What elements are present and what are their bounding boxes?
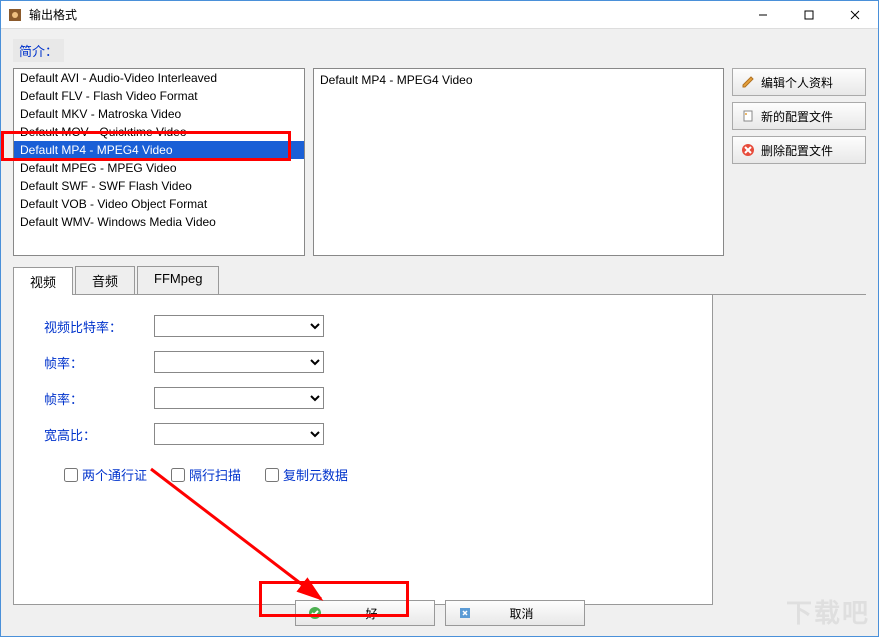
maximize-button[interactable] [786,1,832,29]
interlace-checkbox[interactable]: 隔行扫描 [171,465,241,484]
titlebar: 输出格式 [1,1,878,29]
check-icon [308,606,322,620]
framerate1-label: 帧率： [44,353,154,372]
format-detail-box: Default MP4 - MPEG4 Video [313,68,724,256]
watermark: 下载吧 [786,593,870,630]
new-profile-button[interactable]: 新的配置文件 [732,102,866,130]
video-bitrate-select[interactable] [154,315,324,337]
aspect-ratio-select[interactable] [154,423,324,445]
format-list-item[interactable]: Default SWF - SWF Flash Video [14,177,304,195]
format-list-item[interactable]: Default MOV - Quicktime Video [14,123,304,141]
aspect-ratio-label: 宽高比： [44,425,154,444]
close-button[interactable] [832,1,878,29]
format-list-item[interactable]: Default AVI - Audio-Video Interleaved [14,69,304,87]
format-list-item[interactable]: Default MPEG - MPEG Video [14,159,304,177]
tab-video[interactable]: 视频 [13,267,73,295]
format-list-item[interactable]: Default MKV - Matroska Video [14,105,304,123]
app-icon [7,7,23,23]
output-format-dialog: 输出格式 简介： Default AVI - Audio-Video Inter… [0,0,879,637]
detail-text: Default MP4 - MPEG4 Video [320,73,473,87]
tab-audio[interactable]: 音频 [75,266,135,294]
copy-metadata-checkbox[interactable]: 复制元数据 [265,465,348,484]
edit-profile-button[interactable]: 编辑个人资料 [732,68,866,96]
video-bitrate-label: 视频比特率： [44,317,154,336]
pencil-icon [741,75,755,89]
format-listbox[interactable]: Default AVI - Audio-Video InterleavedDef… [13,68,305,256]
ok-button[interactable]: 好 [295,600,435,626]
side-buttons: 编辑个人资料 新的配置文件 删除配置文件 [732,68,866,164]
document-icon [741,109,755,123]
dialog-content: 简介： Default AVI - Audio-Video Interleave… [1,29,878,636]
cancel-button[interactable]: 取消 [445,600,585,626]
tab-ffmpeg[interactable]: FFMpeg [137,266,219,294]
delete-profile-button[interactable]: 删除配置文件 [732,136,866,164]
brief-label: 简介： [13,39,64,62]
format-list-item[interactable]: Default FLV - Flash Video Format [14,87,304,105]
top-row: Default AVI - Audio-Video InterleavedDef… [13,68,866,256]
window-title: 输出格式 [29,6,77,23]
format-list-item[interactable]: Default VOB - Video Object Format [14,195,304,213]
tabstrip: 视频 音频 FFMpeg [13,266,866,295]
framerate2-label: 帧率： [44,389,154,408]
delete-icon [741,143,755,157]
tab-panel-video: 视频比特率： 帧率： 帧率： 宽高比： 两个通行证 隔行扫描 复制元数据 [13,295,713,605]
framerate2-select[interactable] [154,387,324,409]
dialog-buttons: 好 取消 [295,600,585,626]
cancel-icon [458,606,472,620]
format-list-item[interactable]: Default MP4 - MPEG4 Video [14,141,304,159]
minimize-button[interactable] [740,1,786,29]
format-list-item[interactable]: Default WMV- Windows Media Video [14,213,304,231]
two-pass-checkbox[interactable]: 两个通行证 [64,465,147,484]
window-controls [740,1,878,29]
framerate1-select[interactable] [154,351,324,373]
